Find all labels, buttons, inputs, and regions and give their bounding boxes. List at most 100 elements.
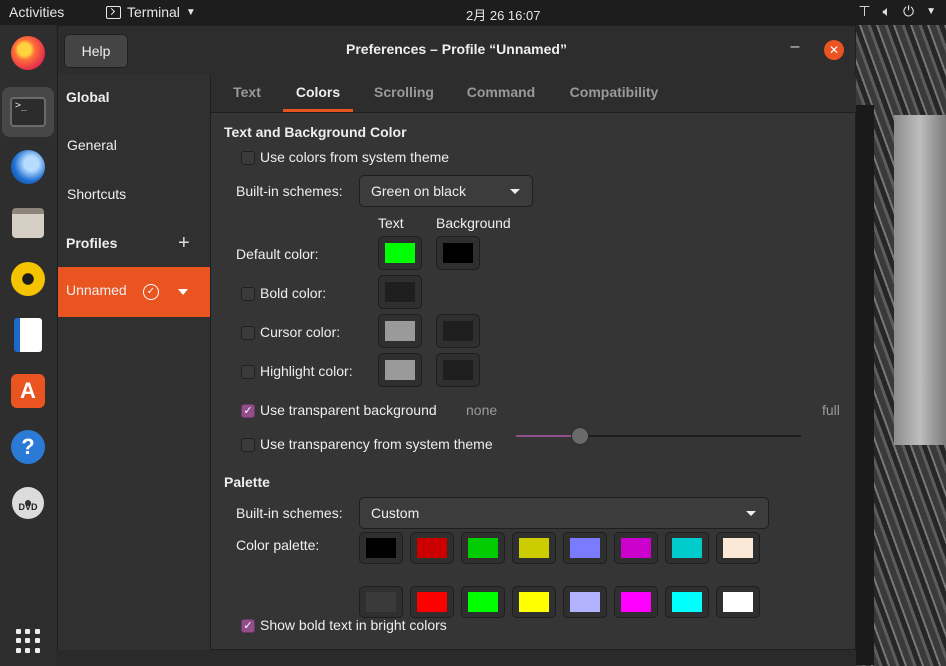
transparency-system-checkbox[interactable] bbox=[241, 438, 255, 452]
highlight-color-label: Highlight color: bbox=[260, 363, 353, 379]
sidebar-item-label: Unnamed bbox=[66, 282, 127, 298]
tab-scrolling[interactable]: Scrolling bbox=[361, 74, 447, 112]
palette-color-6[interactable] bbox=[665, 532, 709, 564]
palette-color-11[interactable] bbox=[512, 586, 556, 618]
dock-dvd[interactable]: DVD bbox=[8, 483, 48, 523]
dock-software[interactable]: A bbox=[8, 371, 48, 411]
show-apps-button[interactable] bbox=[8, 621, 48, 661]
dropdown-value: Custom bbox=[371, 505, 420, 521]
sidebar-item-unnamed[interactable]: Unnamed ✓ bbox=[58, 267, 210, 317]
transparent-background-checkbox[interactable]: ✓ bbox=[241, 404, 255, 418]
builtin-schemes-dropdown[interactable]: Green on black bbox=[359, 175, 533, 207]
palette-color-10[interactable] bbox=[461, 586, 505, 618]
color-fill bbox=[385, 360, 415, 380]
minimize-button[interactable]: – bbox=[785, 39, 805, 59]
bold-color-checkbox[interactable] bbox=[241, 287, 255, 301]
color-palette-label: Color palette: bbox=[236, 537, 320, 553]
dock-files[interactable] bbox=[8, 203, 48, 243]
transparency-slider-fill bbox=[516, 435, 579, 437]
title-bar[interactable]: Help Preferences – Profile “Unnamed” – ✕ bbox=[58, 26, 855, 75]
sidebar-heading-label: Profiles bbox=[66, 235, 118, 251]
cursor-color-label: Cursor color: bbox=[260, 324, 341, 340]
color-fill bbox=[519, 592, 549, 612]
system-tray[interactable]: ⊤ 🔈︎ ⏻ ▼ bbox=[858, 3, 936, 20]
palette-color-15[interactable] bbox=[716, 586, 760, 618]
default-profile-check-icon: ✓ bbox=[143, 284, 159, 300]
volume-icon: 🔈︎ bbox=[882, 3, 892, 19]
highlight-color-checkbox[interactable] bbox=[241, 365, 255, 379]
highlight-background-color-button[interactable] bbox=[436, 353, 480, 387]
dock-rhythmbox[interactable] bbox=[8, 259, 48, 299]
window-shadow bbox=[57, 650, 856, 666]
palette-color-13[interactable] bbox=[614, 586, 658, 618]
clock[interactable]: 2月 26 16:07 bbox=[466, 5, 540, 24]
column-header-background: Background bbox=[436, 215, 511, 231]
palette-color-7[interactable] bbox=[716, 532, 760, 564]
dock-terminal[interactable]: >_ bbox=[2, 87, 54, 137]
palette-schemes-dropdown[interactable]: Custom bbox=[359, 497, 769, 529]
chevron-down-icon: ▼ bbox=[185, 6, 196, 18]
sidebar-item-shortcuts[interactable]: Shortcuts bbox=[58, 171, 210, 219]
help-icon: ? bbox=[11, 430, 45, 464]
color-fill bbox=[621, 592, 651, 612]
cursor-text-color-button[interactable] bbox=[378, 314, 422, 348]
rhythmbox-icon bbox=[11, 262, 45, 296]
dock-writer[interactable] bbox=[8, 315, 48, 355]
palette-color-0[interactable] bbox=[359, 532, 403, 564]
palette-color-1[interactable] bbox=[410, 532, 454, 564]
background-slab bbox=[894, 115, 946, 445]
tab-colors[interactable]: Colors bbox=[283, 74, 353, 112]
bold-text-color-button[interactable] bbox=[378, 275, 422, 309]
slider-max-label: full bbox=[822, 402, 840, 418]
palette-color-3[interactable] bbox=[512, 532, 556, 564]
color-fill bbox=[468, 538, 498, 558]
palette-color-12[interactable] bbox=[563, 586, 607, 618]
highlight-text-color-button[interactable] bbox=[378, 353, 422, 387]
sidebar-item-label: General bbox=[67, 137, 117, 153]
use-system-colors-checkbox[interactable] bbox=[241, 151, 255, 165]
palette-color-2[interactable] bbox=[461, 532, 505, 564]
close-button[interactable]: ✕ bbox=[824, 40, 844, 60]
terminal-icon bbox=[106, 5, 121, 19]
palette-color-4[interactable] bbox=[563, 532, 607, 564]
dropdown-value: Green on black bbox=[371, 183, 466, 199]
palette-color-5[interactable] bbox=[614, 532, 658, 564]
cursor-color-checkbox[interactable] bbox=[241, 326, 255, 340]
dock-firefox[interactable] bbox=[8, 33, 48, 73]
tab-bar: Text Colors Scrolling Command Compatibil… bbox=[211, 74, 856, 113]
palette-color-8[interactable] bbox=[359, 586, 403, 618]
palette-color-14[interactable] bbox=[665, 586, 709, 618]
tab-compatibility[interactable]: Compatibility bbox=[555, 74, 673, 112]
color-fill bbox=[417, 538, 447, 558]
color-fill bbox=[723, 538, 753, 558]
cursor-background-color-button[interactable] bbox=[436, 314, 480, 348]
show-bold-bright-checkbox[interactable]: ✓ bbox=[241, 619, 255, 633]
color-fill bbox=[366, 592, 396, 612]
sidebar-item-general[interactable]: General bbox=[58, 122, 210, 170]
terminal-icon: >_ bbox=[10, 97, 46, 127]
dock-help[interactable]: ? bbox=[8, 427, 48, 467]
color-fill bbox=[443, 243, 473, 263]
app-menu[interactable]: Terminal ▼ bbox=[106, 4, 196, 20]
network-icon: ⊤ bbox=[858, 3, 871, 19]
sidebar-heading-label: Global bbox=[66, 89, 110, 105]
profile-menu-chevron-icon[interactable] bbox=[178, 289, 188, 295]
section-title-palette: Palette bbox=[224, 474, 270, 490]
software-icon: A bbox=[11, 374, 45, 408]
files-icon bbox=[12, 208, 44, 238]
add-profile-button[interactable]: + bbox=[178, 232, 190, 255]
sidebar: Global General Shortcuts Profiles + Unna… bbox=[58, 74, 211, 650]
default-background-color-button[interactable] bbox=[436, 236, 480, 270]
app-menu-label: Terminal bbox=[127, 4, 180, 20]
dock-thunderbird[interactable] bbox=[8, 147, 48, 187]
transparent-background-label: Use transparent background bbox=[260, 402, 437, 418]
desktop-background bbox=[856, 25, 946, 666]
color-fill bbox=[385, 321, 415, 341]
tab-text[interactable]: Text bbox=[219, 74, 275, 112]
default-text-color-button[interactable] bbox=[378, 236, 422, 270]
transparency-slider-handle[interactable] bbox=[571, 427, 589, 445]
palette-color-9[interactable] bbox=[410, 586, 454, 618]
activities-button[interactable]: Activities bbox=[9, 4, 64, 20]
color-fill bbox=[366, 538, 396, 558]
tab-command[interactable]: Command bbox=[457, 74, 545, 112]
